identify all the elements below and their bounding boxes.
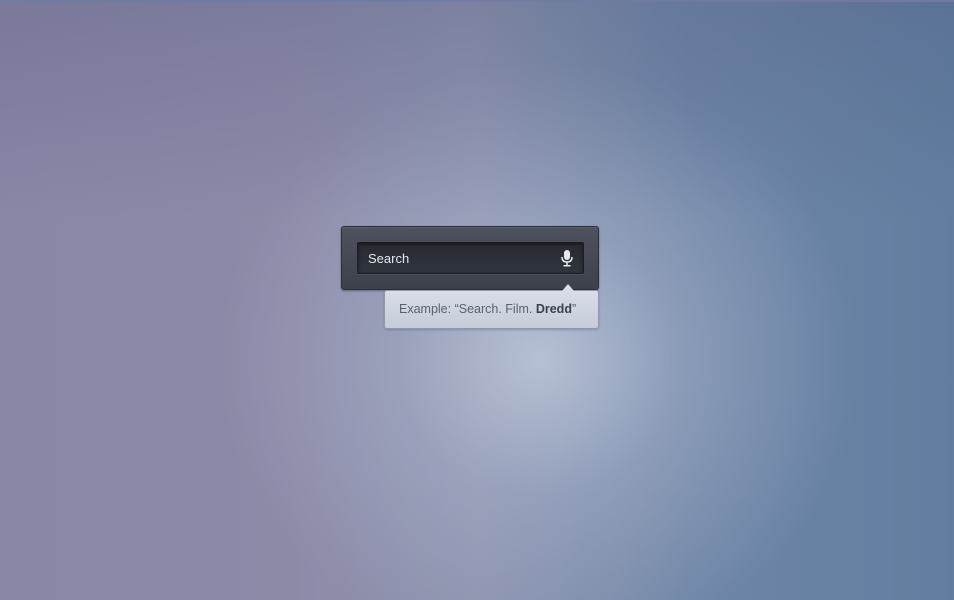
tooltip-text: Example: “Search. Film. Dredd” (399, 302, 576, 316)
search-box (357, 242, 584, 274)
tooltip-highlight: Dredd (535, 302, 572, 316)
tooltip-arrow (562, 284, 574, 291)
search-input[interactable] (358, 243, 553, 273)
tooltip-suffix: ” (571, 302, 577, 316)
microphone-icon[interactable] (559, 249, 575, 267)
window-top-edge (0, 0, 954, 2)
search-hint-tooltip: Example: “Search. Film. Dredd” (384, 284, 599, 329)
background-shade (0, 0, 954, 220)
search-panel (341, 226, 599, 290)
tooltip-prefix: Example: “Search. Film. (399, 302, 536, 316)
